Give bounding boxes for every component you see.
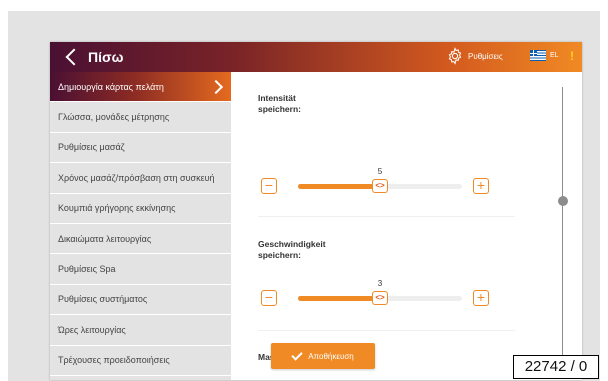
sidebar-item-label: Ρυθμίσεις μασάζ — [58, 142, 125, 153]
sidebar-item-label: Κουμπιά γρήγορης εκκίνησης — [58, 203, 176, 214]
chevron-right-icon — [208, 79, 224, 94]
gear-icon — [448, 47, 462, 65]
sidebar-item-language-units[interactable]: Γλώσσα, μονάδες μέτρησης — [50, 102, 231, 133]
sidebar-item-massage-settings[interactable]: Ρυθμίσεις μασάζ — [50, 133, 231, 164]
sidebar-item-operating-permissions[interactable]: Δικαιώματα λειτουργίας — [50, 224, 231, 255]
sidebar-item-label: Ρυθμίσεις Spa — [58, 264, 116, 275]
sidebar-item-current-warnings[interactable]: Τρέχουσες προειδοποιήσεις — [50, 346, 231, 376]
back-button[interactable]: Πίσω — [64, 47, 123, 67]
reference-code: 22742 / 0 — [513, 355, 599, 379]
settings-menu: Δημιουργία κάρτας πελάτη Γλώσσα, μονάδες… — [50, 72, 231, 380]
intensity-increase-button[interactable]: + — [473, 178, 489, 194]
speed-track[interactable]: 3 <> — [298, 279, 462, 305]
sidebar-item-massage-time-access[interactable]: Χρόνος μασάζ/πρόσβαση στη συσκευή — [50, 163, 231, 194]
screenshot-frame: Πίσω Ρυθμίσεις EL ! Δημιουργία κάρτας πε… — [8, 11, 600, 381]
sidebar-item-label: Ρυθμίσεις συστήματος — [58, 294, 148, 305]
sidebar-item-label: Χρόνος μασάζ/πρόσβαση στη συσκευή — [58, 172, 215, 183]
save-label: Αποθήκευση — [308, 351, 354, 361]
checkmark-icon — [291, 348, 303, 361]
sidebar-item-label: Δικαιώματα λειτουργίας — [58, 233, 152, 244]
sidebar-item-spa-settings[interactable]: Ρυθμίσεις Spa — [50, 254, 231, 285]
sidebar-item-label: Γλώσσα, μονάδες μέτρησης — [58, 112, 170, 123]
save-button[interactable]: Αποθήκευση — [271, 343, 375, 369]
sidebar-item-label: Τρέχουσες προειδοποιήσεις — [58, 355, 170, 366]
language-label: EL — [550, 52, 559, 59]
sidebar-item-operating-hours[interactable]: Ώρες λειτουργίας — [50, 315, 231, 346]
sidebar-item-label: Δημιουργία κάρτας πελάτη — [58, 81, 164, 92]
speed-thumb[interactable]: <> — [372, 291, 388, 305]
warning-icon[interactable]: ! — [570, 49, 574, 63]
sidebar-item-label: Ώρες λειτουργίας — [58, 324, 126, 335]
sidebar-item-quick-start-buttons[interactable]: Κουμπιά γρήγορης εκκίνησης — [50, 194, 231, 224]
chevron-left-icon — [65, 48, 83, 66]
section-divider — [258, 330, 515, 331]
scrollbar-thumb[interactable] — [558, 196, 568, 206]
settings-label: Ρυθμίσεις — [468, 51, 503, 61]
greek-flag-icon — [530, 50, 546, 61]
intensity-value: 5 — [377, 167, 383, 176]
intensity-thumb[interactable]: <> — [372, 179, 388, 193]
intensity-title: Intensität speichern: — [258, 93, 301, 114]
sidebar-item-customer-card[interactable]: Δημιουργία κάρτας πελάτη — [50, 72, 231, 103]
intensity-track[interactable]: 5 <> — [298, 167, 462, 193]
language-selector[interactable]: EL — [530, 50, 559, 61]
speed-slider[interactable]: − 3 <> + — [261, 279, 503, 310]
app-screen: Πίσω Ρυθμίσεις EL ! Δημιουργία κάρτας πε… — [50, 42, 582, 380]
intensity-decrease-button[interactable]: − — [261, 178, 277, 194]
scrollbar-track[interactable] — [562, 87, 563, 361]
speed-fill — [298, 296, 380, 301]
settings-panel: Intensität speichern: − 5 <> + Geschwind… — [231, 72, 582, 380]
speed-value: 3 — [377, 279, 383, 288]
speed-increase-button[interactable]: + — [473, 290, 489, 306]
intensity-fill — [298, 184, 380, 189]
settings-button[interactable]: Ρυθμίσεις — [446, 47, 503, 65]
speed-decrease-button[interactable]: − — [261, 290, 277, 306]
section-divider — [258, 216, 515, 217]
back-label: Πίσω — [88, 49, 124, 65]
speed-title: Geschwindigkeit speichern: — [258, 239, 326, 260]
sidebar-item-system-settings[interactable]: Ρυθμίσεις συστήματος — [50, 285, 231, 316]
top-bar: Πίσω Ρυθμίσεις EL ! — [50, 42, 582, 72]
intensity-slider[interactable]: − 5 <> + — [261, 167, 503, 198]
